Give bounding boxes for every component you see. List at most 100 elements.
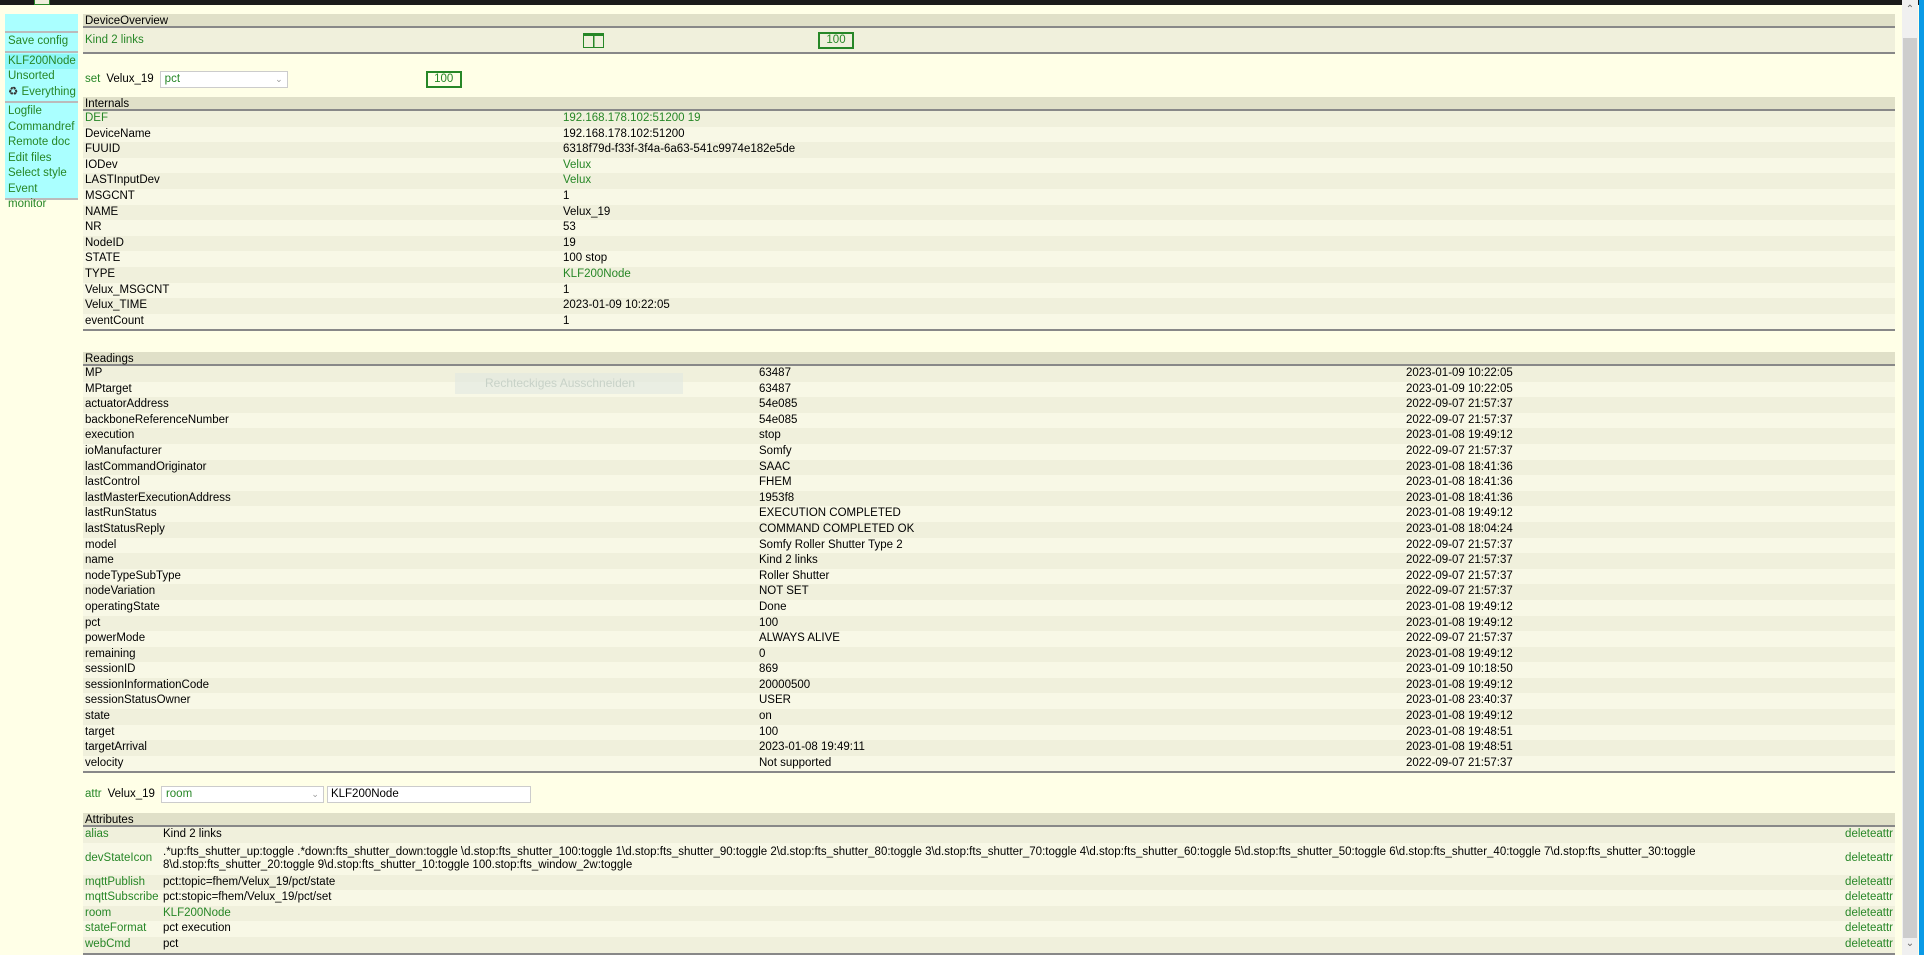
internal-value: 100 stop	[561, 251, 1895, 267]
delete-attribute-link[interactable]: deleteattr	[1843, 905, 1895, 922]
internal-value[interactable]: Velux	[561, 157, 1895, 174]
reading-value: COMMAND COMPLETED OK	[757, 521, 1404, 538]
reading-timestamp: 2022-09-07 21:57:37	[1404, 412, 1895, 429]
menu-commandref[interactable]: Commandref	[8, 120, 78, 136]
menu-save-config[interactable]: Save config	[8, 34, 78, 50]
delete-attribute-link[interactable]: deleteattr	[1843, 874, 1895, 891]
reading-timestamp: 2022-09-07 21:57:37	[1404, 568, 1895, 585]
reading-value: 63487	[757, 366, 1404, 382]
reading-value: 63487	[757, 381, 1404, 398]
shutter-state-icon[interactable]	[583, 33, 604, 48]
reading-timestamp: 2023-01-08 19:48:51	[1404, 740, 1895, 756]
reading-row: MPtarget 63487 2023-01-09 10:22:05	[83, 381, 1895, 398]
reading-row: backboneReferenceNumber 54e085 2022-09-07 …	[83, 412, 1895, 429]
scroll-up-icon[interactable]: ⌃	[1903, 4, 1917, 15]
set-pct-value[interactable]: 100	[425, 70, 462, 88]
reading-timestamp: 2023-01-08 18:41:36	[1404, 490, 1895, 507]
set-button[interactable]: set	[85, 73, 100, 85]
reading-row: MP 63487 2023-01-09 10:22:05	[83, 366, 1895, 382]
reading-timestamp: 2023-01-08 19:49:12	[1404, 599, 1895, 616]
reading-name: state	[83, 709, 757, 725]
set-selected-value: pct	[164, 73, 181, 85]
attr-value-input[interactable]	[326, 785, 531, 803]
overview-pct-value[interactable]: 100	[818, 32, 854, 49]
menu-search-area[interactable]	[5, 14, 78, 33]
internal-row: eventCount 1	[83, 313, 1895, 331]
delete-attribute-link[interactable]: deleteattr	[1843, 827, 1895, 843]
menu-edit-files[interactable]: Edit files	[8, 151, 78, 167]
internal-name: NAME	[83, 204, 561, 221]
reading-value: 2023-01-08 19:49:11	[757, 740, 1404, 756]
reading-name: lastStatusReply	[83, 521, 757, 538]
internal-value: 2023-01-09 10:22:05	[561, 298, 1895, 314]
reading-name: lastRunStatus	[83, 506, 757, 522]
attr-device-name: Velux_19	[107, 788, 155, 800]
logo-icon	[34, 0, 50, 5]
device-alias-link[interactable]: Kind 2 links	[85, 34, 144, 46]
reading-timestamp: 2023-01-09 10:22:05	[1404, 381, 1895, 398]
attribute-name-link[interactable]: room	[83, 905, 161, 922]
menu-remote-doc[interactable]: Remote doc	[8, 135, 78, 151]
internals-header: Internals	[83, 97, 1895, 111]
attribute-row: room KLF200Node deleteattr	[83, 905, 1895, 922]
internal-value: Velux_19	[561, 204, 1895, 221]
menu-select-style[interactable]: Select style	[8, 166, 78, 182]
reading-row: sessionStatusOwner USER 2023-01-08 23:40:3…	[83, 693, 1895, 710]
internal-value[interactable]: 192.168.178.102:51200 19	[561, 111, 1895, 127]
menu-room-unsorted[interactable]: Unsorted	[5, 69, 78, 85]
delete-attribute-link[interactable]: deleteattr	[1843, 842, 1895, 875]
reading-timestamp: 2023-01-08 19:49:12	[1404, 506, 1895, 522]
set-command-select[interactable]: pct ⌄	[159, 70, 288, 88]
attributes-header: Attributes	[83, 813, 1895, 827]
internal-row: FUUID 6318f79d-f33f-3f4a-6a63-541c9974e18…	[83, 142, 1895, 158]
reading-row: nodeVariation NOT SET 2022-09-07 21:57:37	[83, 584, 1895, 600]
reading-value: Not supported	[757, 755, 1404, 773]
delete-attribute-link[interactable]: deleteattr	[1843, 936, 1895, 954]
chevron-down-icon: ⌄	[275, 73, 283, 84]
reading-timestamp: 2023-01-08 19:49:12	[1404, 428, 1895, 444]
attr-button[interactable]: attr	[85, 788, 102, 800]
internal-value[interactable]: KLF200Node	[561, 266, 1895, 283]
menu-event-monitor[interactable]: Event monitor	[8, 182, 78, 211]
reading-row: powerMode ALWAYS ALIVE 2022-09-07 21:57:37	[83, 631, 1895, 647]
reading-name: lastControl	[83, 475, 757, 491]
reading-value: NOT SET	[757, 584, 1404, 600]
attribute-row: devStateIcon .*up:fts_shutter_up:toggle .…	[83, 842, 1895, 875]
attribute-name-link[interactable]: mqttPublish	[83, 874, 161, 891]
window-edge	[1919, 0, 1924, 955]
attr-name-select[interactable]: room ⌄	[160, 785, 324, 803]
delete-attribute-link[interactable]: deleteattr	[1843, 890, 1895, 906]
reading-value: 100	[757, 615, 1404, 632]
attribute-name-link[interactable]: devStateIcon	[83, 842, 161, 875]
reading-value: EXECUTION COMPLETED	[757, 506, 1404, 522]
internal-name: LASTInputDev	[83, 173, 561, 189]
attribute-name-link[interactable]: stateFormat	[83, 921, 161, 937]
reading-row: lastControl FHEM 2023-01-08 18:41:36	[83, 475, 1895, 491]
internal-row: MSGCNT 1	[83, 188, 1895, 205]
internal-value[interactable]: Velux	[561, 173, 1895, 189]
reading-value: Roller Shutter	[757, 568, 1404, 585]
attribute-value: .*up:fts_shutter_up:toggle .*down:fts_sh…	[161, 842, 1844, 875]
reading-row: velocity Not supported 2022-09-07 21:57:37	[83, 755, 1895, 773]
internal-name[interactable]: DEF	[83, 111, 561, 127]
scroll-down-icon[interactable]: ⌄	[1903, 938, 1917, 949]
internal-name: Velux_MSGCNT	[83, 282, 561, 299]
attribute-row: webCmd pct deleteattr	[83, 936, 1895, 954]
attribute-value: pct:stopic=fhem/Velux_19/pct/set	[161, 890, 1844, 906]
menu-logfile[interactable]: Logfile	[8, 104, 78, 120]
scrollbar-thumb[interactable]	[1903, 38, 1917, 938]
menu-room-everything[interactable]: ♻ Everything	[5, 85, 78, 101]
menu-room-klf200node[interactable]: KLF200Node	[5, 53, 78, 69]
attribute-name-link[interactable]: webCmd	[83, 936, 161, 954]
attribute-name-link[interactable]: mqttSubscribe	[83, 890, 161, 906]
reading-timestamp: 2023-01-08 18:41:36	[1404, 459, 1895, 476]
attribute-value: pct	[161, 936, 1844, 954]
reading-timestamp: 2022-09-07 21:57:37	[1404, 755, 1895, 773]
attribute-name-link[interactable]: alias	[83, 827, 161, 843]
delete-attribute-link[interactable]: deleteattr	[1843, 921, 1895, 937]
internal-name: NodeID	[83, 235, 561, 252]
reading-row: name Kind 2 links 2022-09-07 21:57:37	[83, 553, 1895, 569]
attribute-value: KLF200Node	[161, 905, 1844, 922]
attr-selected-value: room	[165, 788, 193, 800]
snipping-tool-overlay: Rechteckiges Ausschneiden	[455, 373, 683, 394]
